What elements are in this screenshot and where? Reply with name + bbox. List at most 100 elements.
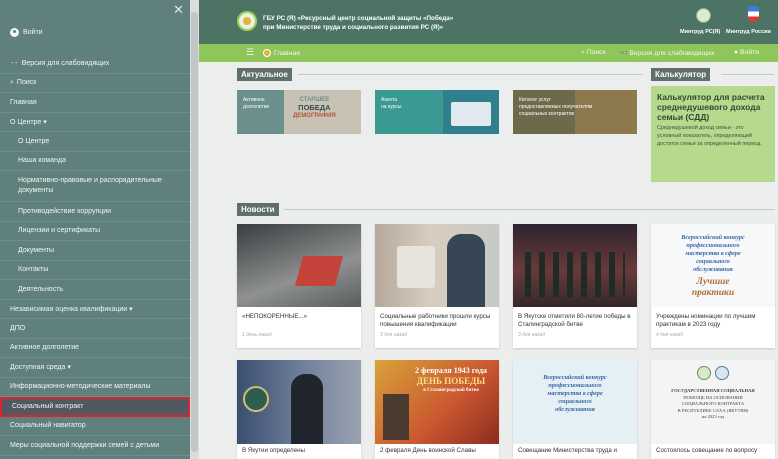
monument-shape bbox=[383, 394, 409, 440]
sidebar-item-accessible-env[interactable]: Доступная среда ▾ bbox=[0, 358, 190, 378]
poster-line: обслуживания bbox=[693, 266, 733, 273]
poster-text: ГОСУДАРСТВЕННАЯ СОЦИАЛЬНАЯ ПОМОЩЬ НА ОСН… bbox=[651, 388, 775, 421]
sidebar-item-label: Документы bbox=[18, 246, 55, 254]
poster-line: Всероссийский конкурс bbox=[681, 234, 745, 241]
banner-text: Активное долголетие bbox=[243, 97, 269, 111]
sidebar-item-active-longevity[interactable]: Активное долголетие bbox=[0, 339, 190, 358]
banner-overlay-text: СТАРШЕЕ ПОБЕДА ДЕМОГРАФИЯ bbox=[293, 96, 336, 120]
scrollbar[interactable] bbox=[190, 0, 199, 459]
poster-line: ДЕНЬ ПОБЕДЫ bbox=[416, 376, 486, 386]
ministry-ru-emblem[interactable] bbox=[748, 6, 759, 22]
sidebar-login-label: Войти bbox=[23, 29, 43, 36]
emblem-shape bbox=[243, 386, 269, 412]
sidebar-subitem-contacts[interactable]: Контакты bbox=[0, 261, 190, 280]
sidebar-item-label: Контакты bbox=[18, 266, 49, 274]
divider bbox=[284, 209, 775, 210]
poster-line: мастерства в сфере bbox=[685, 250, 741, 257]
banner-services-catalog[interactable]: Каталог услуг предоставляемых получателя… bbox=[513, 90, 637, 134]
sidebar-item-label: Социальный навигатор bbox=[10, 422, 86, 430]
news-card[interactable]: 2 февраля 1943 года ДЕНЬ ПОБЕДЫ в Сталин… bbox=[375, 360, 499, 459]
section-title-actual: Актуальное bbox=[237, 68, 292, 81]
news-card[interactable]: Всероссийский конкурс профессионального … bbox=[651, 224, 775, 348]
calculator-card[interactable]: Калькулятор для расчета среднедушевого д… bbox=[651, 86, 775, 182]
sidebar-subitem-documents[interactable]: Документы bbox=[0, 241, 190, 261]
sidebar-item-qualification[interactable]: Независимая оценка квалификации ▾ bbox=[0, 300, 190, 319]
main-content: ГБУ РС (Я) «Ресурсный центр социальной з… bbox=[190, 0, 778, 459]
news-card[interactable]: В Якутии определены bbox=[237, 360, 361, 459]
sidebar-subitem-activity[interactable]: Деятельность bbox=[0, 280, 190, 300]
poster-line: практики bbox=[691, 288, 735, 298]
divider bbox=[721, 74, 774, 75]
sidebar-item-label: Социальный контракт bbox=[12, 403, 84, 411]
news-caption: Состоялось совещание по вопросу bbox=[656, 447, 758, 454]
close-menu-icon[interactable]: ✕ bbox=[173, 3, 184, 16]
ministry-ru-link[interactable]: Минтруд России bbox=[726, 29, 771, 35]
ministry-ya-link[interactable]: Минтруд РС(Я) bbox=[680, 29, 720, 35]
memorial-red-shape bbox=[294, 256, 344, 286]
news-card[interactable]: Социальные работники прошли курсы повыше… bbox=[375, 224, 499, 348]
sidebar-login-link[interactable]: Войти bbox=[10, 28, 43, 37]
scrollbar-thumb[interactable] bbox=[191, 12, 198, 452]
news-card[interactable]: ГОСУДАРСТВЕННАЯ СОЦИАЛЬНАЯ ПОМОЩЬ НА ОСН… bbox=[651, 360, 775, 459]
center-logo[interactable] bbox=[237, 11, 257, 31]
poster-line: профессионального bbox=[686, 242, 740, 249]
emblem-icon bbox=[697, 366, 711, 380]
sidebar-item-family-support[interactable]: Меры социальной поддержки семей с детьми bbox=[0, 436, 190, 456]
sidebar-menu-list: 👓 Версия для слабовидящих ⌕ Поиск Главная … bbox=[0, 54, 190, 456]
banner-course-form[interactable]: Анкета на курсы bbox=[375, 90, 499, 134]
poster-line: 2 февраля 1943 года bbox=[415, 366, 487, 375]
poster-line: социального bbox=[558, 398, 592, 405]
banner-overlay-line: ПОБЕДА bbox=[298, 103, 331, 112]
poster-line: социального bbox=[696, 258, 730, 265]
sidebar-subitem-team[interactable]: Наша команда bbox=[0, 152, 190, 171]
glasses-icon: 👓 bbox=[619, 50, 630, 57]
sidebar-item-home[interactable]: Главная bbox=[0, 93, 190, 113]
sidebar-item-social-navigator[interactable]: Социальный навигатор bbox=[0, 417, 190, 436]
nav-search[interactable]: ⌕ Поиск bbox=[581, 49, 606, 57]
sidebar-item-search[interactable]: ⌕ Поиск bbox=[0, 74, 190, 93]
site-header: ГБУ РС (Я) «Ресурсный центр социальной з… bbox=[199, 0, 778, 44]
news-card[interactable]: «НЕПОКОРЕННЫЕ...» 1 день назад bbox=[237, 224, 361, 348]
nav-login-label: Войти bbox=[740, 49, 760, 56]
nav-home[interactable]: Главная bbox=[263, 49, 300, 57]
laptop-illustration bbox=[451, 102, 491, 126]
poster-big-text: Лучшие практики bbox=[651, 277, 775, 299]
banner-line: Активное bbox=[243, 97, 265, 103]
sidebar-item-label: Наша команда bbox=[18, 157, 66, 165]
news-card[interactable]: Всероссийский конкурс профессионального … bbox=[513, 360, 637, 459]
sidebar-item-about[interactable]: О Центре ▾ bbox=[0, 113, 190, 132]
sidebar-subitem-about[interactable]: О Центре bbox=[0, 132, 190, 152]
banner-line: Каталог услуг bbox=[519, 97, 551, 103]
news-image bbox=[237, 360, 361, 444]
banner-text: Каталог услуг предоставляемых получателя… bbox=[519, 97, 592, 118]
banner-line: социальных контрактов bbox=[519, 111, 575, 117]
hamburger-icon[interactable]: ☰ bbox=[246, 48, 254, 57]
soldiers-shape bbox=[525, 252, 625, 297]
banner-line: предоставляемых получателям bbox=[519, 104, 593, 110]
sidebar-subitem-anticorruption[interactable]: Противодействие коррупции bbox=[0, 202, 190, 222]
sidebar-item-label: Главная bbox=[10, 98, 37, 106]
news-caption: В Якутии определены bbox=[242, 447, 305, 454]
sidebar-subitem-licenses[interactable]: Лицензии и сертификаты bbox=[0, 222, 190, 241]
nav-login[interactable]: ● Войти bbox=[734, 49, 759, 56]
sidebar-item-method-materials[interactable]: Информационно-методические материалы bbox=[0, 378, 190, 397]
sidebar-subitem-normative-docs[interactable]: Нормативно-правовые и распорядительные д… bbox=[0, 171, 190, 202]
newspaper-shape bbox=[397, 246, 435, 288]
news-image bbox=[375, 224, 499, 307]
poster-best-practices: Всероссийский конкурс профессионального … bbox=[651, 224, 775, 307]
banner-active-longevity[interactable]: Активное долголетие СТАРШЕЕ ПОБЕДА ДЕМОГ… bbox=[237, 90, 361, 134]
sidebar-item-social-contract[interactable]: Социальный контракт bbox=[0, 397, 190, 417]
sidebar-item-dpo[interactable]: ДПО bbox=[0, 319, 190, 339]
news-image bbox=[237, 224, 361, 307]
ministry-ya-emblem[interactable] bbox=[696, 8, 711, 23]
sidebar-item-low-vision[interactable]: 👓 Версия для слабовидящих bbox=[0, 54, 190, 74]
sidebar-item-label: Противодействие коррупции bbox=[18, 207, 112, 215]
calculator-title: Калькулятор для расчета среднедушевого д… bbox=[657, 92, 765, 122]
news-date: 3 дня назад bbox=[518, 332, 545, 338]
main-nav: ☰ Главная ⌕ Поиск 👓 Версия для слабовидя… bbox=[199, 44, 778, 62]
news-caption: 2 февраля День воинской Славы bbox=[380, 447, 476, 454]
org-name-line1: ГБУ РС (Я) «Ресурсный центр социальной з… bbox=[263, 15, 454, 22]
news-card[interactable]: В Якутске отметили 80-летие победы в Ста… bbox=[513, 224, 637, 348]
banner-line: на курсы bbox=[381, 104, 402, 110]
nav-low-vision[interactable]: 👓 Версия для слабовидящих bbox=[619, 49, 714, 57]
